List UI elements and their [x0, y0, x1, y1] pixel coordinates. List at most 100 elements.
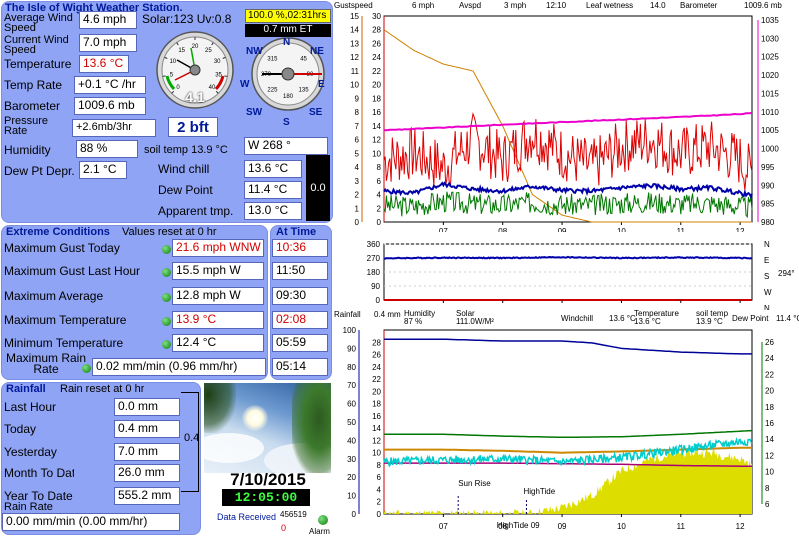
- extreme-row-indicator: [162, 317, 171, 326]
- left-axis-tick: 9: [355, 94, 360, 103]
- right-axis-tick: 980: [761, 218, 775, 227]
- compass-tick-label: E: [764, 256, 769, 265]
- sky-webcam-image: [204, 383, 331, 473]
- mid-axis-tick: 22: [372, 375, 381, 384]
- rainfall-title: Rainfall: [6, 383, 46, 395]
- pressure-rate-label: Pressure Rate: [4, 116, 49, 137]
- gauge-tick: [224, 75, 228, 77]
- rain-row-label: Yesterday: [4, 445, 57, 459]
- average-wind-speed-label: Average Wind Speed: [4, 13, 73, 34]
- compass-degree-label: 225: [267, 88, 278, 94]
- left-axis-tick: 40: [347, 436, 356, 445]
- right-axis-tick: 16: [765, 419, 774, 428]
- right-axis-tick: 1005: [761, 126, 779, 135]
- extreme-row-time: 02:08: [272, 311, 328, 329]
- humidity-label: Humidity: [4, 143, 51, 157]
- legend-text: Gustspeed: [334, 1, 373, 10]
- dew-point-value: 11.4 °C: [244, 181, 302, 199]
- right-axis-tick: 1025: [761, 53, 779, 62]
- x-tick-label: 11: [677, 227, 686, 232]
- gauge-tick-label: 10: [169, 59, 176, 65]
- left-axis-tick: 60: [347, 400, 356, 409]
- left-axis-tick: 14: [350, 26, 359, 35]
- time-display: 12:05:00: [222, 489, 310, 506]
- x-tick-label: 08: [498, 227, 507, 232]
- x-tick-label: 07: [439, 522, 448, 531]
- mid-axis-tick: 12: [372, 136, 381, 145]
- rain-rate-value: 0.00 mm/min (0.00 mm/hr): [2, 513, 180, 531]
- left-axis-tick: 15: [350, 12, 359, 21]
- extreme-row-label: Maximum Average: [4, 289, 104, 303]
- x-tick-label: 10: [617, 522, 626, 531]
- legend-text: 12:10: [546, 1, 567, 10]
- left-axis-tick: 7: [355, 122, 360, 131]
- left-axis-tick: 70: [347, 381, 356, 390]
- direction-value: 294°: [778, 269, 795, 278]
- mid-axis-tick: 10: [372, 149, 381, 158]
- temperature-label: Temperature: [4, 57, 72, 71]
- legend-text: Rainfall: [334, 310, 361, 319]
- mid-axis-tick: 0: [377, 218, 382, 227]
- compass-n: N: [283, 37, 291, 48]
- side-value-box: 0.0: [306, 155, 330, 221]
- beaufort-value: 2 bft: [168, 117, 218, 137]
- compass-s: S: [283, 117, 290, 128]
- x-tick-label: 09: [558, 227, 567, 232]
- wind-chill-value: 13.6 °C: [244, 160, 302, 178]
- left-axis-tick: 80: [347, 363, 356, 372]
- chart-annotation: HighTide: [523, 487, 555, 496]
- extreme-row-indicator: [162, 293, 171, 302]
- right-axis-tick: 18: [765, 403, 774, 412]
- compass-degree-label: 315: [267, 56, 278, 62]
- dew-pt-depr-label: Dew Pt Depr.: [4, 164, 75, 178]
- legend-text: Dew Point: [732, 314, 769, 323]
- temp-rate-value: +0.1 °C /hr: [74, 76, 146, 94]
- legend-text: 6 mph: [412, 1, 434, 10]
- right-axis-tick: 1020: [761, 71, 779, 80]
- mid-axis-tick: 8: [377, 461, 382, 470]
- mid-axis-tick: 18: [372, 400, 381, 409]
- compass-degree-label: 45: [300, 56, 307, 62]
- extreme-row-indicator: [162, 340, 171, 349]
- right-axis-tick: 8: [765, 484, 770, 493]
- legend-text: Leaf wetness: [586, 1, 633, 10]
- mid-axis-tick: 14: [372, 122, 381, 131]
- mid-axis-tick: 4: [377, 485, 382, 494]
- compass-tick-label: S: [764, 272, 769, 281]
- left-axis-tick: 100: [343, 326, 357, 335]
- alarm-indicator[interactable]: [318, 515, 328, 525]
- rain-row-value: 0.4 mm: [114, 420, 180, 438]
- extreme-row-label: Maximum Temperature: [4, 313, 127, 327]
- compass-degree-label: 135: [299, 88, 310, 94]
- average-wind-speed-value: 4.6 mph: [79, 11, 137, 29]
- mid-axis-tick: 30: [372, 12, 381, 21]
- legend-text: Windchill: [561, 314, 593, 323]
- extreme-row-time: 11:50: [272, 262, 328, 280]
- temperature-humidity-chart: Rainfall 0.4 mm Humidity87 %Solar111.0W/M²…: [334, 310, 799, 531]
- right-axis-tick: 14: [765, 435, 774, 444]
- rain-row-value: 555.2 mm: [114, 487, 180, 505]
- left-axis-tick: 11: [351, 67, 360, 76]
- mid-axis-tick: 24: [372, 363, 381, 372]
- extreme-row-indicator: [162, 268, 171, 277]
- left-axis-tick: 10: [347, 492, 356, 501]
- mid-axis-tick: 16: [372, 108, 381, 117]
- right-axis-tick: 1000: [761, 145, 779, 154]
- left-axis-tick: 90: [347, 344, 356, 353]
- compass-ne: NE: [310, 46, 324, 57]
- legend-text: 14.0: [650, 1, 666, 10]
- left-axis-tick: 4: [355, 163, 360, 172]
- wind-direction-value: W 268 °: [244, 137, 328, 155]
- wind-chill-label: Wind chill: [158, 162, 210, 176]
- right-axis-tick: 1015: [761, 89, 779, 98]
- y-tick-label: 90: [371, 282, 380, 291]
- gauge-tick-label: 35: [215, 73, 222, 79]
- left-axis-tick: 2: [355, 191, 360, 200]
- alarm-label: Alarm: [309, 527, 330, 536]
- legend-text: Avspd: [459, 1, 481, 10]
- pressure-rate-value: +2.6mb/3hr: [72, 119, 156, 137]
- extreme-row-time: 10:36: [272, 239, 328, 257]
- y-tick-label: 270: [367, 254, 381, 263]
- right-axis-tick: 26: [765, 338, 774, 347]
- compass-nw: NW: [246, 46, 263, 57]
